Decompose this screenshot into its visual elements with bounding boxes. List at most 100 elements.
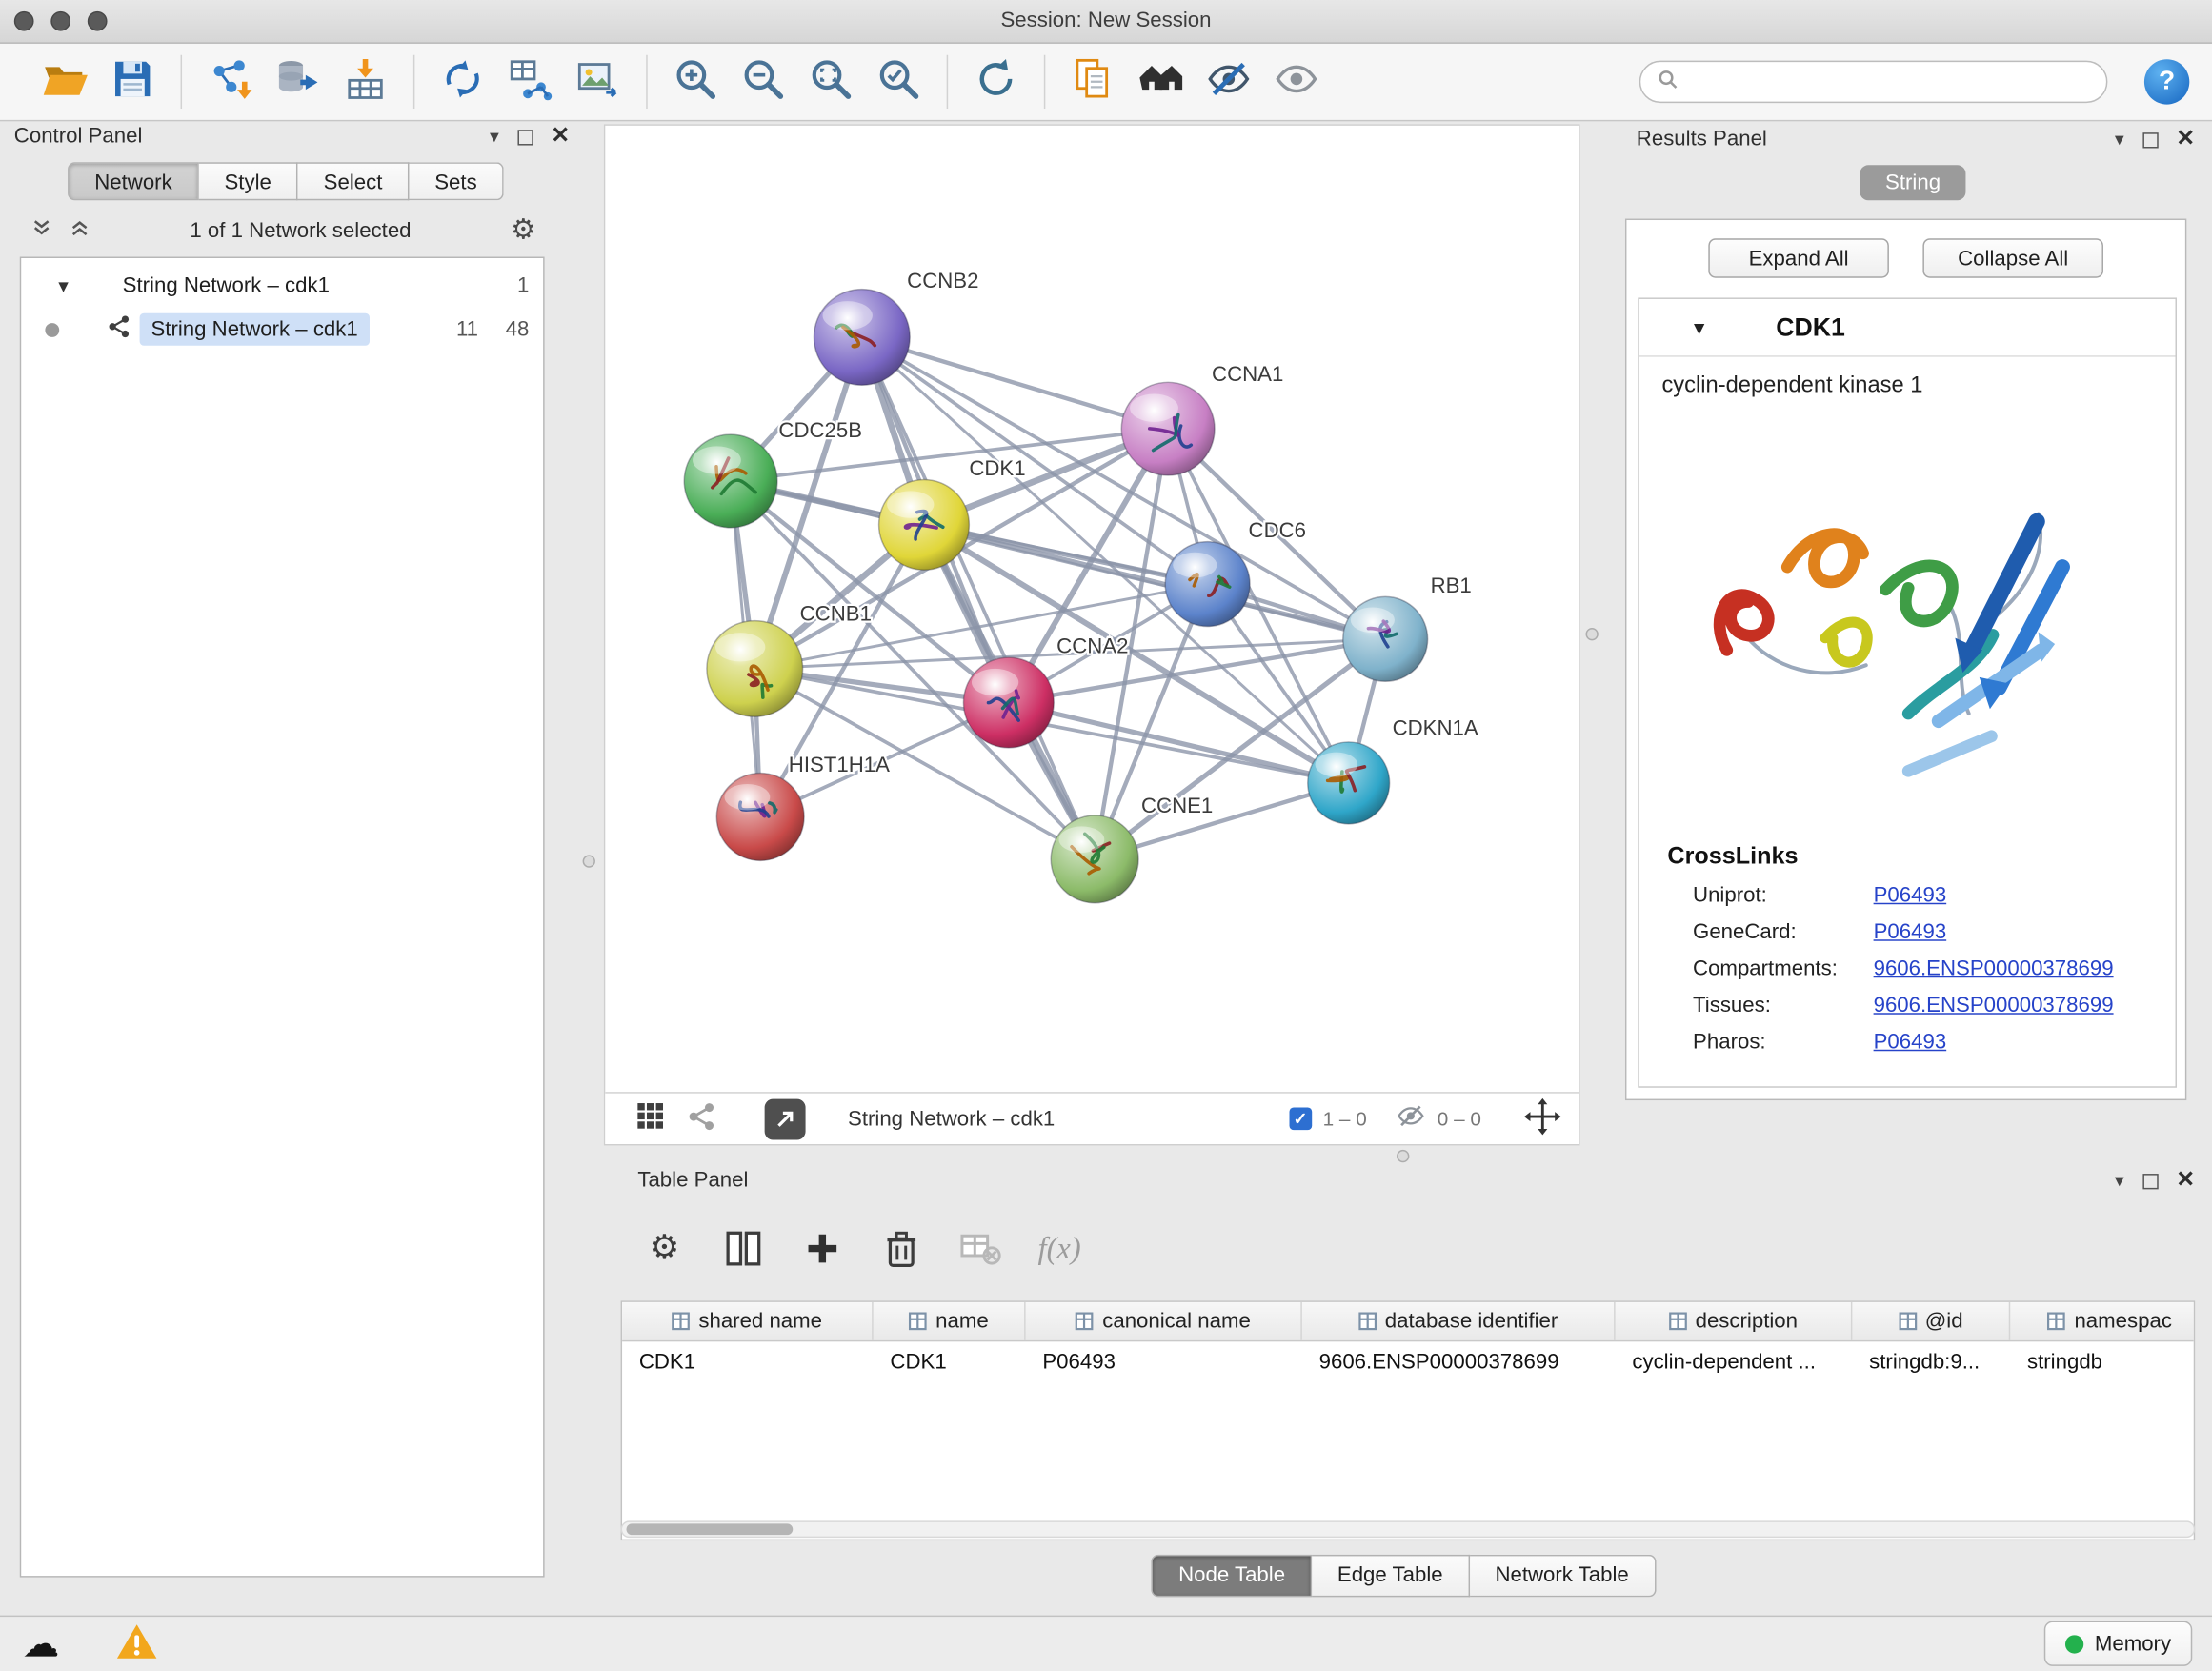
float-panel-icon[interactable] xyxy=(517,129,533,144)
crosslink-value-link[interactable]: 9606.ENSP00000378699 xyxy=(1874,956,2114,980)
network-node-CDC25B[interactable] xyxy=(684,434,777,528)
table-horizontal-scrollbar[interactable] xyxy=(621,1520,2196,1538)
panel-menu-icon[interactable]: ▾ xyxy=(2115,1168,2124,1194)
disclosure-triangle-icon[interactable]: ▼ xyxy=(1690,316,1708,337)
column-header-shared-name[interactable]: shared name xyxy=(622,1302,874,1340)
delete-column-trash-icon[interactable] xyxy=(877,1224,925,1272)
crosslink-value-link[interactable]: 9606.ENSP00000378699 xyxy=(1874,994,2114,1017)
save-session-button[interactable] xyxy=(99,50,167,114)
tab-sets[interactable]: Sets xyxy=(410,162,504,200)
close-panel-icon[interactable]: ✕ xyxy=(551,126,570,149)
network-node-CCNB2[interactable] xyxy=(814,290,910,386)
close-panel-icon[interactable]: ✕ xyxy=(2176,1170,2195,1193)
copy-document-button[interactable] xyxy=(1059,50,1127,114)
panel-menu-icon[interactable]: ▾ xyxy=(2115,127,2124,152)
show-all-button[interactable] xyxy=(1262,50,1330,114)
open-session-button[interactable] xyxy=(31,50,99,114)
warning-icon[interactable] xyxy=(115,1621,157,1665)
table-settings-gear-icon[interactable]: ⚙ xyxy=(640,1224,688,1272)
horizontal-splitter-handle[interactable] xyxy=(1397,1150,1409,1162)
hidden-eye-slash-icon[interactable] xyxy=(1395,1103,1426,1135)
network-node-CDKN1A[interactable] xyxy=(1308,742,1390,824)
network-canvas[interactable]: CCNB2CCNA1CDC25BCDK1CDC6RB1CCNB1CCNA2CDK… xyxy=(604,124,1580,1145)
string-network-graph[interactable]: CCNB2CCNA1CDC25BCDK1CDC6RB1CCNB1CCNA2CDK… xyxy=(605,126,1579,1092)
hide-selected-button[interactable] xyxy=(1195,50,1262,114)
import-network-database-button[interactable] xyxy=(264,50,332,114)
zoom-fit-button[interactable] xyxy=(797,50,865,114)
table-cell[interactable]: CDK1 xyxy=(874,1341,1026,1380)
left-splitter-handle[interactable] xyxy=(583,855,595,867)
cloud-icon[interactable]: ☁ xyxy=(23,1625,60,1662)
column-header-namespac[interactable]: namespac xyxy=(2010,1302,2195,1340)
help-button[interactable]: ? xyxy=(2144,59,2189,104)
tab-style[interactable]: Style xyxy=(199,162,298,200)
export-image-button[interactable] xyxy=(564,50,632,114)
network-node-HIST1H1A[interactable] xyxy=(716,774,804,861)
network-node-CCNA1[interactable] xyxy=(1121,382,1215,475)
scrollbar-thumb[interactable] xyxy=(627,1523,794,1535)
search-input[interactable] xyxy=(1690,70,2089,95)
share-network-icon[interactable] xyxy=(687,1101,716,1137)
zoom-in-button[interactable] xyxy=(662,50,730,114)
network-node-CCNB1[interactable] xyxy=(707,621,803,717)
import-network-file-button[interactable] xyxy=(196,50,264,114)
column-header-name[interactable]: name xyxy=(874,1302,1026,1340)
expand-all-tree-icon[interactable] xyxy=(31,216,52,243)
disclosure-triangle-icon[interactable]: ▼ xyxy=(55,276,72,296)
gear-icon[interactable]: ⚙ xyxy=(511,216,536,245)
add-column-icon[interactable] xyxy=(798,1224,846,1272)
tab-network[interactable]: Network xyxy=(68,162,199,200)
gene-section-header[interactable]: ▼ CDK1 xyxy=(1639,299,2176,357)
column-header--id[interactable]: @id xyxy=(1852,1302,2010,1340)
crosslink-value-link[interactable]: P06493 xyxy=(1874,883,1947,907)
collapse-all-button[interactable]: Collapse All xyxy=(1922,238,2103,277)
tab-select[interactable]: Select xyxy=(298,162,410,200)
table-cell[interactable]: 9606.ENSP00000378699 xyxy=(1302,1341,1616,1380)
crosslink-value-link[interactable]: P06493 xyxy=(1874,920,1947,944)
float-panel-icon[interactable] xyxy=(2142,1173,2158,1188)
home-views-button[interactable] xyxy=(1127,50,1195,114)
zoom-out-button[interactable] xyxy=(730,50,797,114)
table-row[interactable]: CDK1CDK1P064939606.ENSP00000378699cyclin… xyxy=(622,1341,2194,1380)
clone-network-button[interactable] xyxy=(429,50,496,114)
network-edge[interactable] xyxy=(862,337,1095,859)
pan-crosshair-icon[interactable] xyxy=(1523,1097,1561,1140)
network-node-RB1[interactable] xyxy=(1343,596,1428,681)
network-node-CDC6[interactable] xyxy=(1165,542,1250,627)
network-node-CCNA2[interactable] xyxy=(963,657,1054,748)
network-edge[interactable] xyxy=(1009,702,1349,782)
expand-all-button[interactable]: Expand All xyxy=(1708,238,1889,277)
string-results-tab[interactable]: String xyxy=(1860,165,1965,200)
tab-node-table[interactable]: Node Table xyxy=(1152,1555,1312,1597)
table-cell[interactable]: cyclin-dependent ... xyxy=(1616,1341,1853,1380)
panel-menu-icon[interactable]: ▾ xyxy=(490,124,499,150)
network-collection-row[interactable]: ▼ String Network – cdk1 1 xyxy=(21,264,543,308)
network-from-table-button[interactable] xyxy=(496,50,564,114)
column-header-description[interactable]: description xyxy=(1616,1302,1853,1340)
network-row-selected[interactable]: String Network – cdk1 11 48 xyxy=(21,308,543,352)
tab-network-table[interactable]: Network Table xyxy=(1470,1555,1656,1597)
search-box[interactable] xyxy=(1639,61,2108,103)
open-in-new-window-button[interactable] xyxy=(765,1098,806,1139)
collapse-all-tree-icon[interactable] xyxy=(70,216,90,243)
network-node-CDK1[interactable] xyxy=(879,479,970,570)
zoom-selected-button[interactable] xyxy=(865,50,933,114)
right-splitter-handle[interactable] xyxy=(1585,628,1598,640)
table-cell[interactable]: P06493 xyxy=(1026,1341,1302,1380)
table-cell[interactable]: stringdb xyxy=(2010,1341,2195,1380)
network-edge[interactable] xyxy=(924,525,1385,639)
float-panel-icon[interactable] xyxy=(2142,131,2158,147)
column-header-database-identifier[interactable]: database identifier xyxy=(1302,1302,1616,1340)
crosslink-value-link[interactable]: P06493 xyxy=(1874,1030,1947,1054)
tab-edge-table[interactable]: Edge Table xyxy=(1312,1555,1470,1597)
birds-eye-view-icon[interactable] xyxy=(636,1102,665,1137)
table-cell[interactable]: stringdb:9... xyxy=(1852,1341,2010,1380)
close-panel-icon[interactable]: ✕ xyxy=(2176,129,2195,151)
show-columns-icon[interactable] xyxy=(719,1224,767,1272)
column-header-canonical-name[interactable]: canonical name xyxy=(1026,1302,1302,1340)
table-cell[interactable]: CDK1 xyxy=(622,1341,874,1380)
import-table-button[interactable] xyxy=(332,50,399,114)
memory-button[interactable]: Memory xyxy=(2044,1621,2193,1666)
selected-checkbox-icon[interactable]: ✓ xyxy=(1289,1107,1312,1130)
apply-layout-button[interactable] xyxy=(962,50,1030,114)
